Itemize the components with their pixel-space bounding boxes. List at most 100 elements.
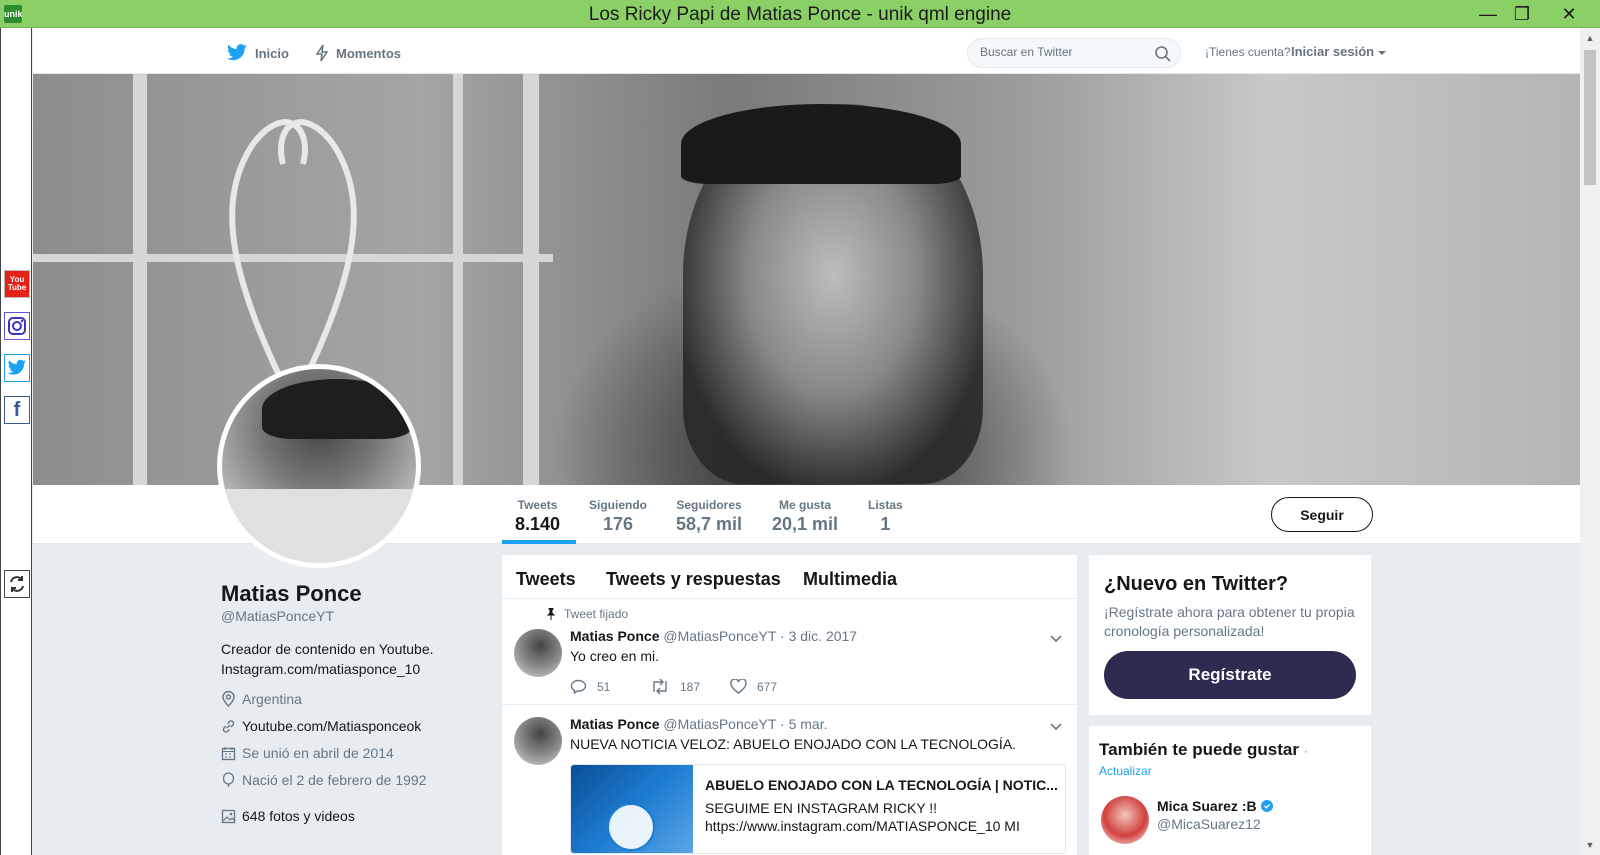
stat-likes[interactable]: Me gusta 20,1 mil xyxy=(772,498,838,535)
lightning-icon xyxy=(315,44,329,62)
tweet-menu-chevron-icon[interactable] xyxy=(1050,632,1062,646)
minimize-button[interactable]: — xyxy=(1471,0,1505,28)
follow-button[interactable]: Seguir xyxy=(1271,497,1373,532)
refresh-icon[interactable] xyxy=(4,570,30,598)
media-text[interactable]: 648 fotos y videos xyxy=(242,808,355,824)
card-description: SEGUIME EN INSTAGRAM RICKY !! https://ww… xyxy=(705,799,1060,835)
scroll-thumb[interactable] xyxy=(1584,50,1596,185)
active-stat-underline xyxy=(502,540,576,544)
profile-joined: Se unió en abril de 2014 xyxy=(221,745,394,761)
facebook-icon[interactable]: f xyxy=(4,396,30,424)
tweet-date[interactable]: · 5 mar. xyxy=(780,716,827,732)
user-name-text: Mica Suarez :B xyxy=(1157,798,1257,814)
profile-website[interactable]: Youtube.com/Matiasponceok xyxy=(221,718,421,734)
tweet-author-name[interactable]: Matias Ponce xyxy=(570,716,659,732)
bio-line: Creador de contenido en Youtube. xyxy=(221,641,434,657)
tweet-author-handle[interactable]: @MatiasPonceYT xyxy=(663,628,776,644)
verified-badge-icon xyxy=(1260,800,1273,812)
twitter-icon[interactable] xyxy=(4,354,30,382)
who-to-follow-title: También te puede gustar · xyxy=(1099,740,1308,760)
tab-tweets-replies[interactable]: Tweets y respuestas xyxy=(606,569,781,590)
close-button[interactable]: ✕ xyxy=(1552,0,1586,28)
profile-location: Argentina xyxy=(221,691,302,707)
suggested-user-handle[interactable]: @MicaSuarez12 xyxy=(1157,816,1261,832)
timeline-tabs: Tweets Tweets y respuestas Multimedia xyxy=(502,555,1077,599)
tweet-menu-chevron-icon[interactable] xyxy=(1050,720,1062,734)
tweet-header: Matias Ponce @MatiasPonceYT · 3 dic. 201… xyxy=(570,628,857,644)
tweet-actions: 51 187 677 xyxy=(570,679,810,694)
scroll-down-arrow-icon[interactable]: ▼ xyxy=(1580,835,1600,855)
signup-card: ¿Nuevo en Twitter? ¡Regístrate ahora par… xyxy=(1089,555,1371,715)
vertical-scrollbar[interactable]: ▲ ▼ xyxy=(1580,28,1600,855)
tab-media[interactable]: Multimedia xyxy=(803,569,897,590)
maximize-button[interactable]: ❐ xyxy=(1505,0,1539,28)
stat-value: 20,1 mil xyxy=(772,514,839,534)
profile-bio: Creador de contenido en Youtube. Instagr… xyxy=(221,639,481,679)
stat-value: 1 xyxy=(880,514,891,534)
tweet-author-name[interactable]: Matias Ponce xyxy=(570,628,659,644)
location-pin-icon xyxy=(222,691,235,707)
card-desc-line: SEGUIME EN INSTAGRAM RICKY !! xyxy=(705,800,938,816)
tweet-avatar[interactable] xyxy=(514,629,562,677)
nav-moments[interactable]: Momentos xyxy=(315,44,401,62)
stat-label: Siguiendo xyxy=(589,498,647,512)
twitter-bird-icon xyxy=(226,44,247,61)
pin-icon xyxy=(546,608,556,620)
profile-avatar[interactable] xyxy=(217,364,421,568)
stat-value: 176 xyxy=(602,514,634,534)
retweet-button[interactable]: 187 xyxy=(650,679,730,694)
login-label: Iniciar sesión xyxy=(1291,44,1375,59)
reply-button[interactable]: 51 xyxy=(570,679,650,694)
search-input[interactable] xyxy=(980,45,1150,59)
suggested-user-name[interactable]: Mica Suarez :B xyxy=(1157,798,1273,814)
stat-following[interactable]: Siguiendo 176 xyxy=(589,498,647,535)
link-icon xyxy=(222,719,235,733)
stat-label: Tweets xyxy=(517,498,558,512)
stat-value: 58,7 mil xyxy=(676,514,743,534)
stat-tweets[interactable]: Tweets 8.140 xyxy=(515,498,560,535)
heart-icon xyxy=(730,679,747,694)
instagram-icon[interactable] xyxy=(4,312,30,340)
banner-cap xyxy=(681,104,961,184)
tweet-item[interactable]: Tweet fijado Matias Ponce @MatiasPonceYT… xyxy=(502,599,1077,705)
birthday-text: Nació el 2 de febrero de 1992 xyxy=(242,772,427,788)
pinned-label: Tweet fijado xyxy=(546,607,628,621)
signup-subtitle: ¡Regístrate ahora para obtener tu propia… xyxy=(1104,604,1355,639)
window-title: Los Ricky Papi de Matias Ponce - unik qm… xyxy=(588,4,1012,25)
tweet-author-handle[interactable]: @MatiasPonceYT xyxy=(663,716,776,732)
stat-label: Me gusta xyxy=(779,498,832,512)
stat-label: Listas xyxy=(868,498,903,512)
nav-moments-label: Momentos xyxy=(336,45,401,61)
youtube-icon[interactable]: You Tube xyxy=(4,270,30,298)
card-thumbnail xyxy=(571,765,693,853)
profile-handle[interactable]: @MatiasPonceYT xyxy=(221,608,334,624)
nav-home[interactable]: Inicio xyxy=(226,44,289,62)
play-icon[interactable] xyxy=(607,803,655,851)
profile-birthday: Nació el 2 de febrero de 1992 xyxy=(221,772,426,788)
profile-media[interactable]: 648 fotos y videos xyxy=(221,808,355,824)
stat-followers[interactable]: Seguidores 58,7 mil xyxy=(676,498,742,535)
scroll-up-arrow-icon[interactable]: ▲ xyxy=(1580,28,1600,48)
refresh-link[interactable]: Actualizar xyxy=(1099,764,1152,778)
stat-lists[interactable]: Listas 1 xyxy=(868,498,903,535)
balloon-icon xyxy=(222,772,235,787)
tweet-avatar[interactable] xyxy=(514,717,562,765)
tweet-date[interactable]: · 3 dic. 2017 xyxy=(780,628,857,644)
signup-button[interactable]: Regístrate xyxy=(1104,651,1356,699)
link-card[interactable]: ABUELO ENOJADO CON LA TECNOLOGÍA | NOTIC… xyxy=(570,764,1066,854)
website-text[interactable]: Youtube.com/Matiasponceok xyxy=(242,718,421,734)
tweet-item[interactable]: Matias Ponce @MatiasPonceYT · 5 mar. NUE… xyxy=(502,705,1077,855)
tweet-text: NUEVA NOTICIA VELOZ: ABUELO ENOJADO CON … xyxy=(570,736,1017,752)
stat-value: 8.140 xyxy=(515,514,561,534)
search-icon[interactable] xyxy=(1154,45,1172,63)
top-navbar: Inicio Momentos ¡Tienes cuenta? Iniciar … xyxy=(33,28,1580,74)
social-sidebar: You Tube f xyxy=(0,28,32,855)
tab-tweets[interactable]: Tweets xyxy=(516,569,576,590)
title-separator: · xyxy=(1303,744,1308,758)
card-title: ABUELO ENOJADO CON LA TECNOLOGÍA | NOTIC… xyxy=(705,777,1058,793)
like-button[interactable]: 677 xyxy=(730,679,810,694)
youtube-icon-text-bottom: Tube xyxy=(7,283,27,292)
user-avatar[interactable] xyxy=(1101,796,1149,844)
bio-instagram-link[interactable]: Instagram.com/matiasponce_10 xyxy=(221,659,481,679)
login-link[interactable]: Iniciar sesión xyxy=(1291,44,1386,59)
